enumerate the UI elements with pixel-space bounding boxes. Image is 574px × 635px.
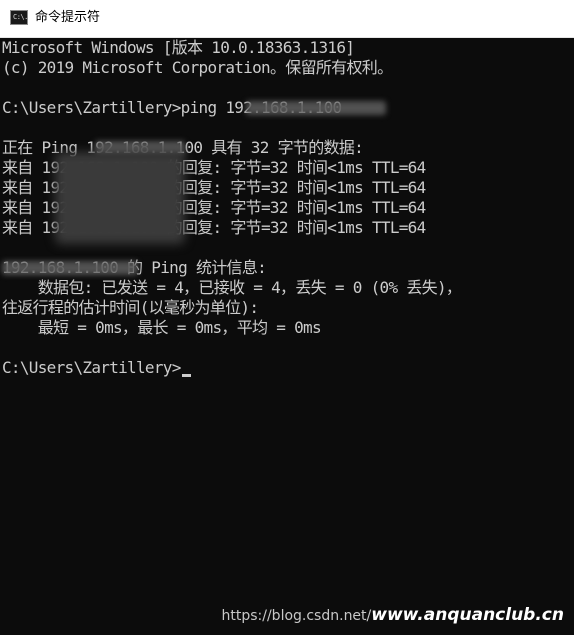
text-cursor <box>181 374 191 377</box>
watermark: https://blog.csdn.net/www.anquanclub.cn <box>222 605 565 625</box>
watermark-brand: www.anquanclub.cn <box>371 605 564 625</box>
terminal-line: 往返行程的估计时间(以毫秒为单位): <box>2 298 259 317</box>
terminal-output[interactable]: Microsoft Windows [版本 10.0.18363.1316] (… <box>2 38 574 635</box>
terminal-line: Microsoft Windows [版本 10.0.18363.1316] <box>2 38 355 57</box>
redaction-blur <box>2 261 138 275</box>
terminal-line: 最短 = 0ms，最长 = 0ms，平均 = 0ms <box>2 318 322 337</box>
prompt-line[interactable]: C:\Users\Zartillery> <box>2 358 574 378</box>
redaction-blur <box>55 152 185 244</box>
window-title: 命令提示符 <box>35 10 101 25</box>
redaction-blur <box>246 101 386 115</box>
cmd-window: C:\. 命令提示符 Microsoft Windows [版本 10.0.18… <box>0 0 574 635</box>
terminal-line: 数据包: 已发送 = 4，已接收 = 4，丢失 = 0 (0% 丢失)， <box>2 278 462 297</box>
watermark-url: https://blog.csdn.net/ <box>221 608 372 624</box>
command-prompt: C:\Users\Zartillery> <box>2 358 181 377</box>
cmd-icon-text: C:\. <box>13 13 28 21</box>
title-bar[interactable]: C:\. 命令提示符 <box>0 0 574 38</box>
terminal-line: (c) 2019 Microsoft Corporation。保留所有权利。 <box>2 58 393 77</box>
cmd-icon: C:\. <box>10 10 28 25</box>
